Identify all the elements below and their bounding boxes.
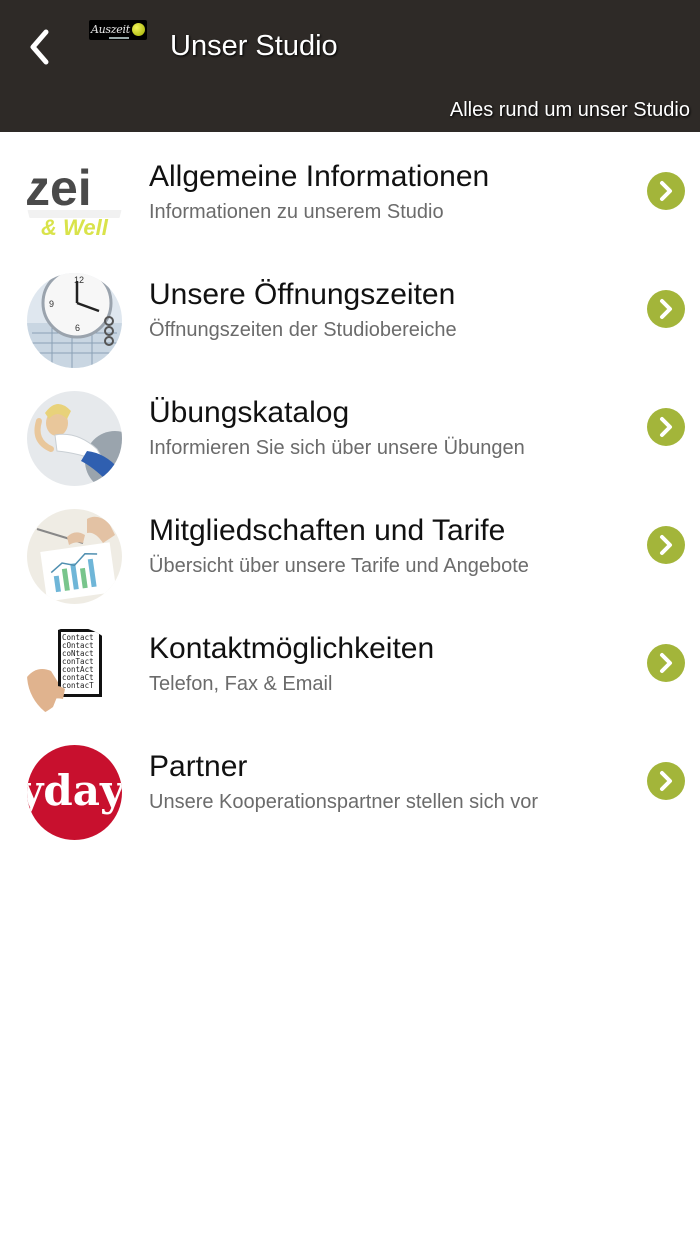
item-subtitle: Öffnungszeiten der Studiobereiche [149,319,457,341]
thumb-logo-subtext: & Well [41,215,109,240]
list-item-kontaktmoeglichkeiten[interactable]: Contact cOntact coNtact conTact contAct … [0,604,700,722]
studio-logo: Auszeit [89,20,147,40]
partner-logo-thumbnail: yday [27,745,122,840]
contact-card-thumbnail: Contact cOntact coNtact conTact contAct … [27,627,122,722]
thumb-logo-text: zei [27,160,92,216]
studio-logo-thumbnail: zei & Well [27,155,122,250]
svg-text:6: 6 [75,323,80,333]
item-subtitle: Unsere Kooperationspartner stellen sich … [149,791,539,813]
list-item-partner[interactable]: yday Partner Unsere Kooperationspartner … [0,722,700,840]
app-header: Auszeit Unser Studio Alles rund um unser… [0,0,700,132]
page-title: Unser Studio [170,30,338,62]
contact-line: contacT [62,681,94,690]
list-item-uebungskatalog[interactable]: Übungskatalog Informieren Sie sich über … [0,368,700,486]
item-title: Unsere Öffnungszeiten [149,278,456,311]
item-title: Kontaktmöglichkeiten [149,632,435,665]
svg-text:12: 12 [74,275,84,285]
item-title: Übungskatalog [149,396,350,429]
list-item-allgemeine-informationen[interactable]: zei & Well Allgemeine Informationen Info… [0,132,700,250]
list-item-oeffnungszeiten[interactable]: 12 9 6 Unsere Öffnungszeiten Öffnungszeite… [0,250,700,368]
chevron-left-icon [30,29,49,65]
chevron-right-icon[interactable] [647,644,685,682]
page-subtitle: Alles rund um unser Studio [449,99,690,121]
clock-calendar-thumbnail: 12 9 6 [27,273,122,368]
list-item-mitgliedschaften-tarife[interactable]: Mitgliedschaften und Tarife Übersicht üb… [0,486,700,604]
item-title: Partner [149,750,248,783]
back-button[interactable] [18,22,62,72]
item-title: Allgemeine Informationen [149,160,490,193]
chevron-right-icon[interactable] [647,762,685,800]
item-subtitle: Informationen zu unserem Studio [149,201,444,223]
chevron-right-icon[interactable] [647,526,685,564]
svg-text:9: 9 [49,299,54,309]
partner-logo-text: yday [27,766,122,815]
item-subtitle: Telefon, Fax & Email [149,673,333,695]
chevron-right-icon[interactable] [647,408,685,446]
menu-list: zei & Well Allgemeine Informationen Info… [0,132,700,840]
logo-underline [109,37,129,39]
chevron-right-icon[interactable] [647,290,685,328]
exercise-thumbnail [27,391,122,486]
chart-paper-thumbnail [27,509,122,604]
chevron-right-icon[interactable] [647,172,685,210]
tennis-ball-icon [132,23,145,36]
item-subtitle: Informieren Sie sich über unsere Übungen [149,437,525,459]
logo-text: Auszeit [91,23,130,36]
item-title: Mitgliedschaften und Tarife [149,514,506,547]
item-subtitle: Übersicht über unsere Tarife und Angebot… [149,555,529,577]
